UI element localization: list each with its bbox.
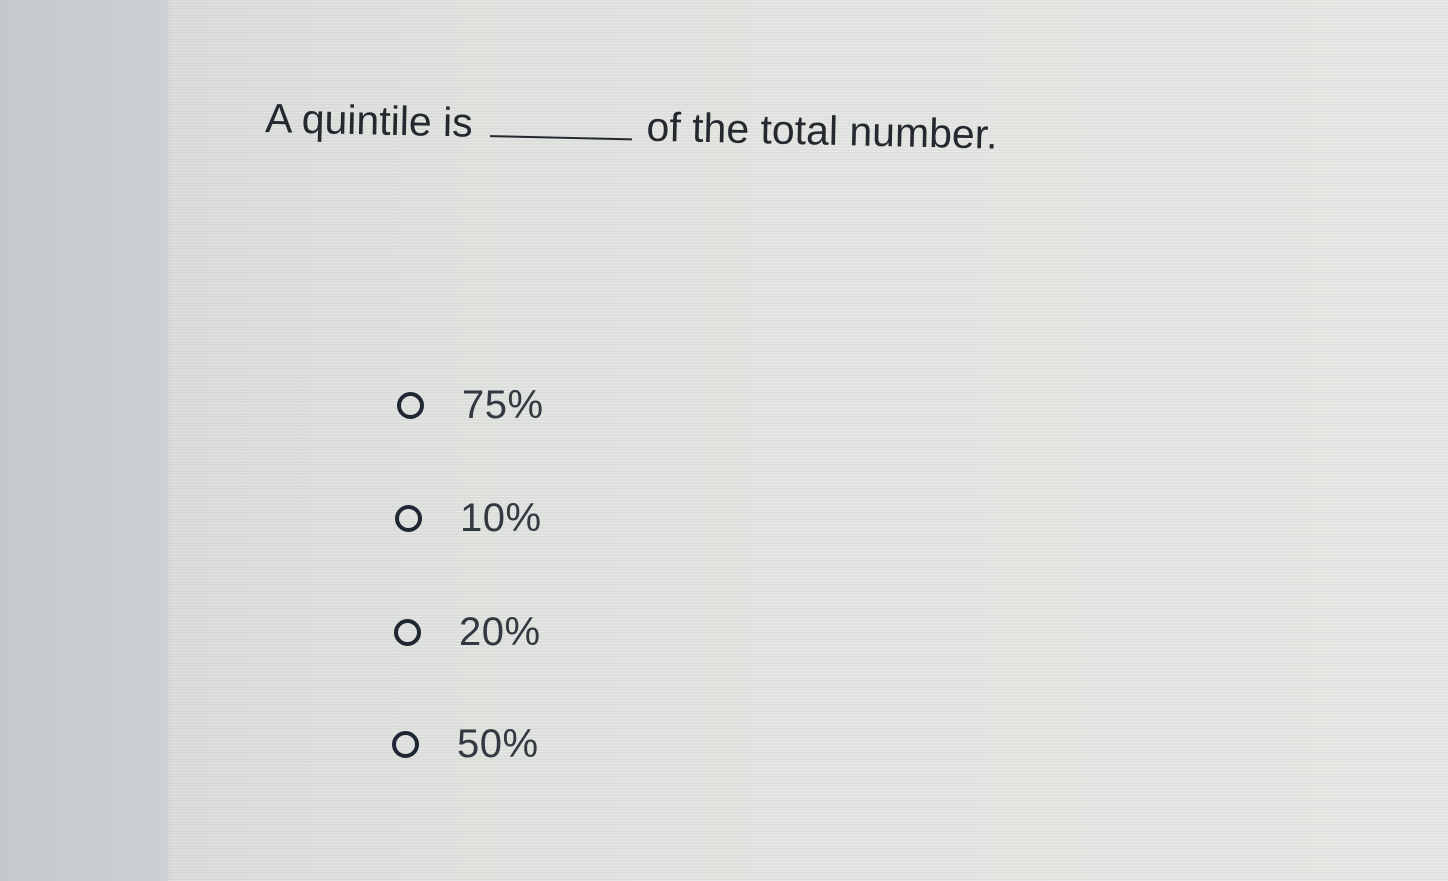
question-suffix: of the total number.: [646, 103, 999, 158]
option-label: 10%: [460, 496, 542, 540]
radio-button[interactable]: [392, 730, 419, 758]
radio-button[interactable]: [395, 504, 422, 532]
radio-button[interactable]: [394, 618, 421, 646]
option-75[interactable]: 75%: [397, 380, 544, 430]
answer-blank: [490, 135, 633, 141]
radio-button[interactable]: [397, 391, 424, 419]
option-label: 20%: [459, 610, 541, 654]
question-prefix: A quintile is: [264, 94, 474, 146]
question-text: A quintile is of the total number.: [264, 88, 1165, 178]
option-50[interactable]: 50%: [392, 719, 539, 769]
screen-edge-shade: [0, 0, 168, 881]
answer-options: 75% 10% 20% 50%: [392, 380, 695, 780]
option-label: 75%: [462, 383, 544, 427]
option-label: 50%: [457, 722, 539, 766]
option-20[interactable]: 20%: [394, 607, 541, 657]
option-10[interactable]: 10%: [395, 493, 542, 543]
